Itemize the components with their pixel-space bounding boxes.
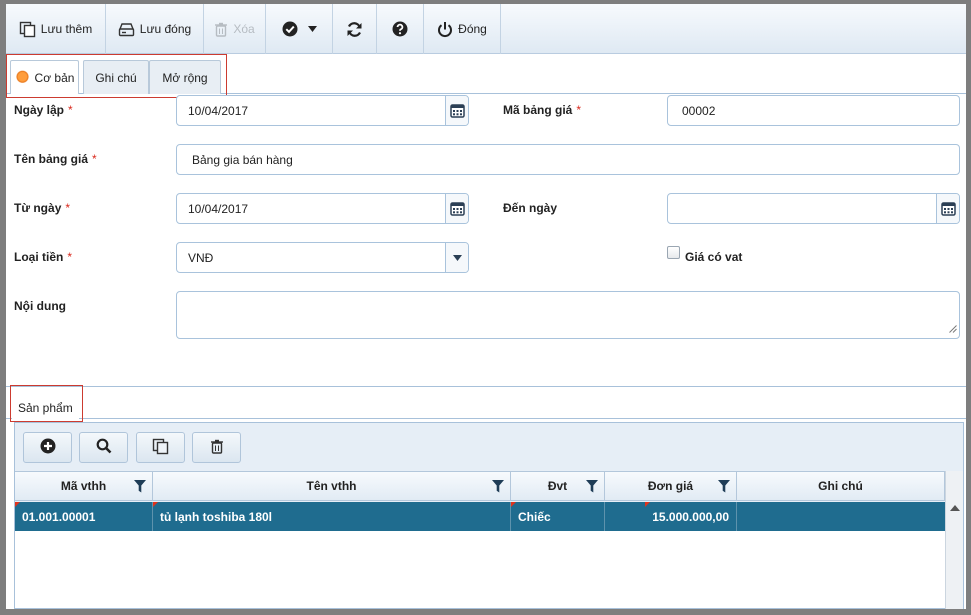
column-header-unit[interactable]: Đvt — [511, 472, 605, 500]
cell-unit-price[interactable]: 15.000.000,00 — [605, 502, 737, 531]
issue-date-value: 10/04/2017 — [188, 103, 249, 118]
tab-extended[interactable]: Mở rộng — [149, 60, 221, 94]
to-date-field[interactable] — [667, 193, 960, 224]
refresh-icon — [346, 21, 363, 38]
filter-icon[interactable] — [718, 480, 730, 496]
grid-vertical-scrollbar[interactable] — [945, 471, 963, 609]
price-list-code-label: Mã bảng giá * — [503, 103, 582, 117]
vat-included-label: Giá có vat — [685, 250, 743, 264]
from-date-value: 10/04/2017 — [188, 201, 249, 216]
delete-row-button[interactable] — [192, 432, 241, 463]
tab-basic-label: Cơ bản — [34, 70, 75, 85]
save-disk-icon — [118, 22, 135, 37]
trash-icon — [210, 439, 224, 457]
resize-grip-icon[interactable] — [949, 322, 957, 336]
dirty-marker — [511, 502, 516, 507]
close-button[interactable]: Đóng — [424, 4, 501, 54]
trash-icon — [214, 22, 228, 37]
delete-button[interactable]: Xóa — [204, 4, 266, 54]
calendar-icon[interactable] — [445, 194, 468, 223]
search-icon — [96, 438, 112, 457]
dirty-marker — [645, 502, 650, 507]
column-header-note[interactable]: Ghi chú — [737, 472, 945, 500]
tab-products[interactable]: Sản phẩm — [12, 395, 79, 420]
grid-toolbar — [15, 423, 963, 471]
price-list-code-field[interactable]: 00002 — [667, 95, 960, 126]
calendar-icon[interactable] — [936, 194, 959, 223]
cell-item-name[interactable]: tủ lạnh toshiba 180l — [153, 502, 511, 531]
price-list-form: Ngày lập * 10/04/2017 Mã bảng giá * 00002 … — [6, 94, 966, 384]
tab-basic[interactable]: Cơ bản — [10, 60, 79, 94]
tab-notes-label: Ghi chú — [95, 70, 137, 85]
refresh-button[interactable] — [333, 4, 377, 54]
search-button[interactable] — [79, 432, 128, 463]
vat-included-checkbox[interactable] — [667, 246, 680, 259]
content-label: Nội dung — [14, 299, 66, 313]
help-icon — [392, 21, 408, 37]
help-button[interactable] — [377, 4, 424, 54]
content-textarea[interactable] — [176, 291, 960, 339]
issue-date-label: Ngày lập * — [14, 103, 73, 117]
dropdown-arrow-icon[interactable] — [445, 243, 468, 272]
scroll-up-arrow-icon[interactable] — [950, 505, 960, 511]
from-date-field[interactable]: 10/04/2017 — [176, 193, 469, 224]
grid-header: Mã vthh Tên vthh Đvt Đơn giá Ghi chú — [15, 471, 945, 501]
column-header-item-code[interactable]: Mã vthh — [15, 472, 153, 500]
currency-label: Loại tiền * — [14, 250, 73, 264]
save-close-label: Lưu đóng — [139, 22, 192, 36]
close-label: Đóng — [458, 22, 487, 36]
filter-icon[interactable] — [492, 480, 504, 496]
save-add-button[interactable]: Lưu thêm — [6, 4, 106, 54]
add-row-button[interactable] — [23, 432, 72, 463]
tab-extended-label: Mở rộng — [162, 70, 208, 85]
tab-notes[interactable]: Ghi chú — [83, 60, 149, 94]
active-tab-radio-icon — [14, 70, 30, 85]
power-icon — [437, 21, 453, 38]
price-list-code-value: 00002 — [682, 103, 716, 118]
check-circle-icon — [282, 21, 298, 37]
plus-circle-icon — [40, 438, 56, 457]
price-list-window: Lưu thêm Lưu đóng Xóa Đóng Cơ bản Ghi ch… — [6, 4, 966, 609]
save-close-button[interactable]: Lưu đóng — [106, 4, 204, 54]
to-date-label: Đến ngày — [503, 201, 558, 215]
cell-note[interactable] — [737, 502, 945, 531]
filter-icon[interactable] — [134, 480, 146, 496]
save-add-label: Lưu thêm — [40, 22, 93, 36]
column-header-item-name[interactable]: Tên vthh — [153, 472, 511, 500]
tab-bar: Cơ bản Ghi chú Mở rộng — [6, 55, 966, 94]
issue-date-field[interactable]: 10/04/2017 — [176, 95, 469, 126]
grid-body: 01.001.00001 tủ lạnh toshiba 180l Chiếc … — [15, 502, 945, 608]
main-toolbar: Lưu thêm Lưu đóng Xóa Đóng — [6, 4, 966, 54]
copy-icon — [152, 438, 169, 458]
copy-row-button[interactable] — [136, 432, 185, 463]
currency-value: VNĐ — [188, 250, 214, 265]
products-grid: Mã vthh Tên vthh Đvt Đơn giá Ghi chú 01.… — [14, 422, 964, 609]
dirty-marker — [153, 502, 158, 507]
column-header-unit-price[interactable]: Đơn giá — [605, 472, 737, 500]
cell-item-code[interactable]: 01.001.00001 — [15, 502, 153, 531]
price-list-name-label: Tên bảng giá * — [14, 152, 97, 166]
cell-unit[interactable]: Chiếc — [511, 502, 605, 531]
dirty-marker — [15, 502, 20, 507]
filter-icon[interactable] — [586, 480, 598, 496]
products-section-bar: Sản phẩm — [6, 386, 966, 420]
approve-dropdown-button[interactable] — [266, 4, 333, 54]
from-date-label: Từ ngày * — [14, 201, 71, 215]
caret-down-icon — [307, 26, 317, 32]
calendar-icon[interactable] — [445, 96, 468, 125]
price-list-name-field[interactable]: Bảng gia bán hàng — [176, 144, 960, 175]
tab-products-label: Sản phẩm — [18, 400, 73, 415]
currency-select[interactable]: VNĐ — [176, 242, 469, 273]
price-list-name-value: Bảng gia bán hàng — [192, 152, 293, 167]
copy-icon — [19, 21, 36, 38]
table-row[interactable]: 01.001.00001 tủ lạnh toshiba 180l Chiếc … — [15, 502, 945, 531]
delete-label: Xóa — [233, 22, 255, 36]
